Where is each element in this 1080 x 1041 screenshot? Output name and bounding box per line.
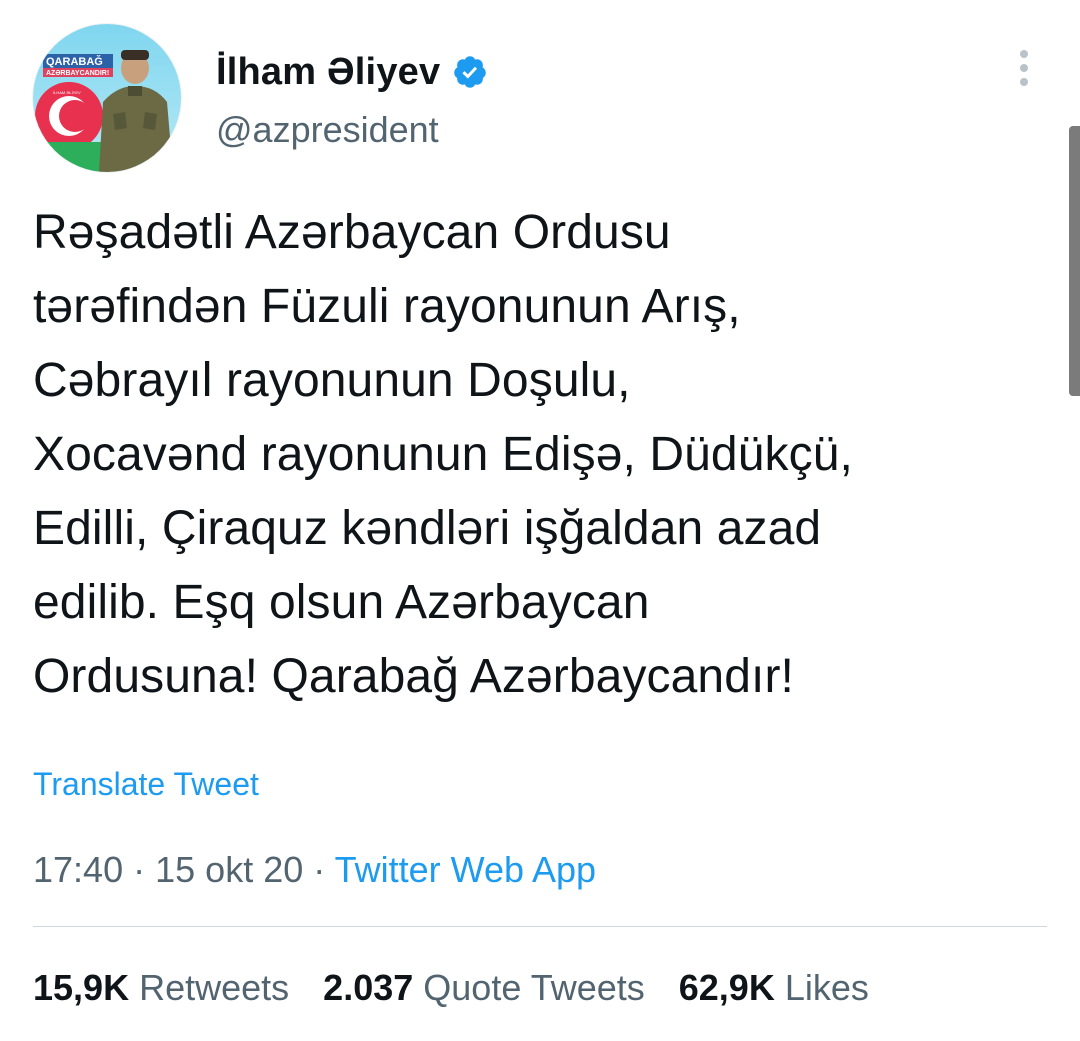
likes-count: 62,9K <box>678 967 775 1008</box>
display-name-row[interactable]: İlham Əliyev <box>216 48 488 96</box>
avatar-badge-text: İLHAM ƏLİYEV <box>53 90 81 95</box>
likes-label: Likes <box>784 967 869 1008</box>
scrollbar[interactable] <box>1069 126 1080 396</box>
retweets-label: Retweets <box>139 967 290 1008</box>
retweets-count: 15,9K <box>33 967 130 1008</box>
avatar[interactable]: QARABAĞ AZƏRBAYCANDIR! İLHAM ƏLİYEV <box>33 24 181 172</box>
quote-tweets-count: 2.037 <box>323 967 414 1008</box>
avatar-image: QARABAĞ AZƏRBAYCANDIR! İLHAM ƏLİYEV <box>33 24 181 172</box>
avatar-banner-line2: AZƏRBAYCANDIR! <box>46 70 109 77</box>
tweet-date[interactable]: 15 okt 20 <box>155 849 303 890</box>
retweets-stat[interactable]: 15,9K Retweets <box>33 964 289 1012</box>
meta-separator: · <box>313 849 326 890</box>
verified-badge-icon <box>454 56 487 88</box>
translate-tweet-link[interactable]: Translate Tweet <box>33 764 259 804</box>
tweet-time[interactable]: 17:40 <box>33 849 123 890</box>
display-name[interactable]: İlham Əliyev <box>216 48 440 96</box>
tweet-source-link[interactable]: Twitter Web App <box>335 849 596 890</box>
likes-stat[interactable]: 62,9K Likes <box>679 964 869 1012</box>
avatar-banner-line1: QARABAĞ <box>46 55 103 68</box>
tweet-text: Rəşadətli Azərbaycan Ordusu tərəfindən F… <box>33 206 853 703</box>
handle[interactable]: @azpresident <box>216 106 439 154</box>
quote-tweets-stat[interactable]: 2.037 Quote Tweets <box>323 964 645 1012</box>
meta-separator: · <box>133 849 146 890</box>
tweet-meta: 17:40 · 15 okt 20 · Twitter Web App <box>33 846 596 894</box>
tweet-stats: 15,9K Retweets 2.037 Quote Tweets 62,9K … <box>33 964 903 1012</box>
more-vertical-icon[interactable] <box>1008 46 1040 90</box>
divider <box>33 926 1047 927</box>
quote-tweets-label: Quote Tweets <box>423 967 645 1008</box>
